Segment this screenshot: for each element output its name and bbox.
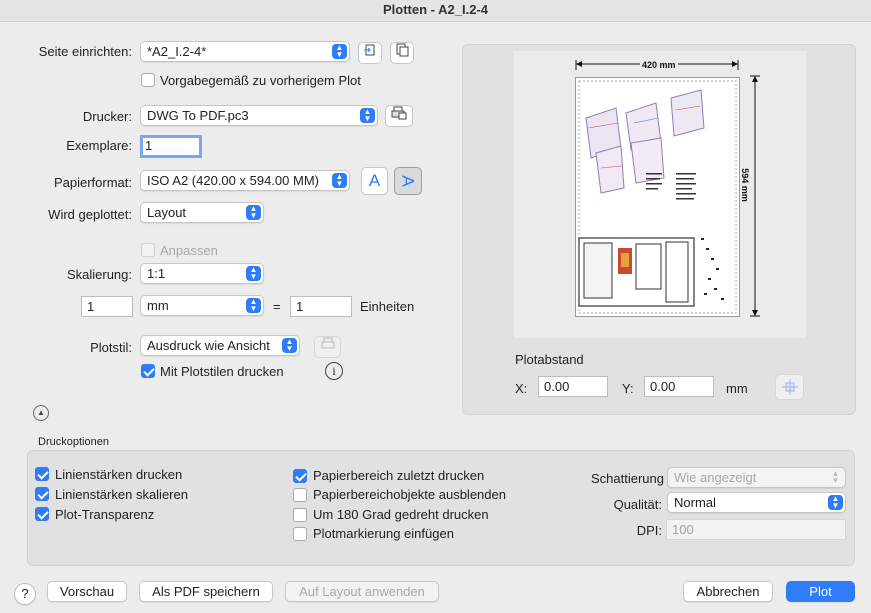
plot-style-label: Plotstil: (90, 340, 132, 355)
offset-unit-label: mm (726, 381, 748, 396)
scale-label: Skalierung: (66, 267, 132, 282)
units-label: Einheiten (360, 299, 415, 314)
paper-size-label: Papierformat: (53, 175, 132, 190)
rotate-180-label: Um 180 Grad gedreht drucken (313, 507, 489, 522)
dpi-label: DPI: (636, 523, 662, 538)
fit-to-paper-checkbox[interactable] (141, 243, 155, 257)
shading-select[interactable]: Wie angezeigt ▲ ▼ (667, 467, 846, 488)
import-icon (364, 44, 375, 56)
drawing-thumbnail (578, 80, 737, 314)
info-icon[interactable]: i (325, 362, 343, 380)
portrait-orientation-button[interactable]: A (361, 167, 388, 195)
quality-label: Qualität: (613, 497, 662, 512)
page-setup-import-button[interactable] (358, 42, 382, 64)
shading-value: Wie angezeigt (674, 470, 757, 485)
page-setup-label: Seite einrichten: (38, 44, 132, 59)
chevron-updown-icon: ▲ ▼ (828, 495, 843, 510)
scale-value: 1:1 (147, 266, 166, 281)
preview-width-label: 420 mm (640, 60, 678, 70)
center-plot-button[interactable] (775, 374, 804, 400)
plot-transparency-label: Plot-Transparenz (55, 507, 155, 522)
paper-size-select[interactable]: ISO A2 (420.00 x 594.00 MM) ▲ ▼ (140, 170, 350, 191)
chevron-updown-icon: ▲ ▼ (246, 298, 261, 313)
quality-select[interactable]: Normal ▲ ▼ (667, 492, 846, 513)
plot-area-label: Wird geplottet: (48, 207, 132, 222)
plot-stamp-checkbox[interactable] (293, 527, 307, 541)
offset-x-input[interactable]: 0.00 (538, 376, 608, 397)
copies-input[interactable]: 1 (140, 135, 202, 158)
scale-unit-value: mm (147, 298, 169, 313)
printer-label: Drucker: (82, 109, 132, 124)
plot-area-select[interactable]: Layout ▲ ▼ (140, 202, 264, 223)
chevron-updown-icon: ▲ ▼ (360, 108, 375, 123)
plot-button[interactable]: Plot (786, 581, 855, 602)
chevron-updown-icon: ▲ ▼ (831, 469, 840, 485)
printer-value: DWG To PDF.pc3 (147, 108, 249, 123)
scale-lineweights-label: Linienstärken skalieren (55, 487, 188, 502)
equals-sign: = (273, 299, 281, 314)
paperspace-last-label: Papierbereich zuletzt drucken (313, 468, 485, 483)
offset-x-label: X: (515, 381, 528, 396)
print-lineweights-checkbox[interactable] (35, 467, 49, 481)
offset-y-input[interactable]: 0.00 (644, 376, 714, 397)
printer-select[interactable]: DWG To PDF.pc3 ▲ ▼ (140, 105, 378, 126)
hide-paperspace-objects-checkbox[interactable] (293, 488, 307, 502)
print-options-title: Druckoptionen (38, 436, 109, 448)
plot-with-styles-label: Mit Plotstilen drucken (160, 364, 284, 379)
landscape-orientation-button[interactable]: A (394, 167, 422, 195)
copies-label: Exemplare: (66, 138, 132, 153)
help-button[interactable]: ? (14, 583, 36, 605)
portrait-icon: A (368, 171, 381, 190)
plot-with-styles-checkbox[interactable] (141, 364, 155, 378)
collapse-options-icon[interactable]: ▲ (33, 405, 49, 421)
document-stack-icon (396, 43, 409, 57)
fit-to-paper-label: Anpassen (160, 243, 218, 258)
dpi-input[interactable]: 100 (666, 519, 846, 540)
save-as-pdf-button[interactable]: Als PDF speichern (139, 581, 273, 602)
landscape-icon: A (399, 175, 418, 187)
scale-drawing-units-input[interactable]: 1 (290, 296, 352, 317)
paper-preview (575, 77, 740, 317)
scale-select[interactable]: 1:1 ▲ ▼ (140, 263, 264, 284)
hide-paperspace-objects-label: Papierbereichobjekte ausblenden (313, 487, 506, 502)
preview-height-label: 594 mm (739, 166, 750, 204)
plot-style-select[interactable]: Ausdruck wie Ansicht ▲ ▼ (140, 335, 300, 356)
use-previous-label: Vorgabegemäß zu vorherigem Plot (160, 73, 361, 88)
paper-size-value: ISO A2 (420.00 x 594.00 MM) (147, 173, 319, 188)
quality-value: Normal (674, 495, 716, 510)
chevron-updown-icon: ▲ ▼ (246, 266, 261, 281)
plot-style-edit-button[interactable] (314, 336, 341, 358)
chevron-updown-icon: ▲ ▼ (282, 338, 297, 353)
print-lineweights-label: Linienstärken drucken (55, 467, 183, 482)
offset-y-label: Y: (622, 381, 634, 396)
chevron-updown-icon: ▲ ▼ (332, 173, 347, 188)
chevron-updown-icon: ▲ ▼ (332, 44, 347, 59)
scale-unit-select[interactable]: mm ▲ ▼ (140, 295, 264, 316)
apply-to-layout-button[interactable]: Auf Layout anwenden (285, 581, 439, 602)
scale-lineweights-checkbox[interactable] (35, 487, 49, 501)
preview-button[interactable]: Vorschau (47, 581, 127, 602)
scale-paper-units-input[interactable]: 1 (81, 296, 133, 317)
paperspace-last-checkbox[interactable] (293, 469, 307, 483)
chevron-updown-icon: ▲ ▼ (246, 205, 261, 220)
rotate-180-checkbox[interactable] (293, 508, 307, 522)
page-setup-value: *A2_I.2-4* (147, 44, 207, 59)
page-setup-select[interactable]: *A2_I.2-4* ▲ ▼ (140, 41, 350, 62)
window-title: Plotten - A2_I.2-4 (0, 0, 871, 22)
plot-transparency-checkbox[interactable] (35, 507, 49, 521)
printer-properties-icon (391, 106, 407, 120)
center-icon (781, 379, 798, 395)
printer-properties-button[interactable] (385, 105, 413, 127)
use-previous-checkbox[interactable] (141, 73, 155, 87)
shading-label: Schattierung (591, 471, 664, 486)
plot-style-value: Ausdruck wie Ansicht (147, 338, 270, 353)
offset-title: Plotabstand (515, 352, 584, 367)
plot-stamp-label: Plotmarkierung einfügen (313, 526, 454, 541)
printer-edit-icon (321, 337, 334, 349)
cancel-button[interactable]: Abbrechen (683, 581, 773, 602)
plot-area-value: Layout (147, 205, 187, 220)
page-setup-manager-button[interactable] (390, 42, 414, 64)
